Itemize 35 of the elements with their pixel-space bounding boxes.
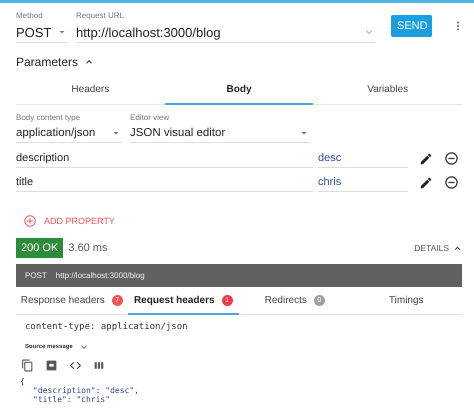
- request-method: POST: [25, 271, 47, 280]
- add-circle-icon: [23, 214, 37, 228]
- tab[interactable]: Variables: [313, 75, 462, 105]
- add-property-button[interactable]: ADD PROPERTY: [23, 214, 474, 228]
- save-icon[interactable]: [45, 359, 58, 372]
- field-label: Method: [16, 11, 44, 20]
- method-dropdown[interactable]: POST: [16, 22, 68, 43]
- header-line: content-type: application/json: [25, 322, 189, 332]
- field-label: Request URL: [76, 11, 126, 20]
- section-title: Parameters: [16, 55, 78, 69]
- property-value-field[interactable]: desc: [318, 149, 408, 168]
- field-label: Body content type: [16, 113, 82, 122]
- pencil-icon[interactable]: [419, 176, 433, 190]
- content-type-dropdown[interactable]: application/json: [16, 124, 122, 143]
- code-line: "title": "chris": [32, 395, 112, 404]
- field-label: Editor view: [130, 113, 170, 122]
- response-time: 3.60 ms: [68, 242, 108, 254]
- property-value-field[interactable]: chris: [318, 173, 408, 192]
- remove-circle-icon[interactable]: [444, 175, 459, 190]
- remove-circle-icon[interactable]: [444, 151, 459, 166]
- tab[interactable]: Timings: [350, 287, 462, 315]
- request-url: http://localhost:3000/blog: [56, 271, 145, 280]
- status-badge: 200 OK: [16, 238, 64, 258]
- code-line: "description": "desc",: [32, 386, 140, 395]
- code-line: {: [20, 377, 26, 386]
- url-field[interactable]: http://localhost:3000/blog: [76, 22, 375, 43]
- pencil-icon[interactable]: [419, 152, 433, 166]
- copy-icon[interactable]: [21, 359, 34, 372]
- tab[interactable]: Headers: [16, 75, 165, 105]
- details-toggle[interactable]: DETAILS: [414, 243, 462, 253]
- editor-view-dropdown[interactable]: JSON visual editor: [130, 124, 310, 143]
- tab[interactable]: Body: [164, 75, 314, 105]
- property-name-field[interactable]: description: [16, 149, 313, 168]
- property-name-field[interactable]: title: [16, 173, 313, 192]
- code-icon[interactable]: [69, 359, 82, 372]
